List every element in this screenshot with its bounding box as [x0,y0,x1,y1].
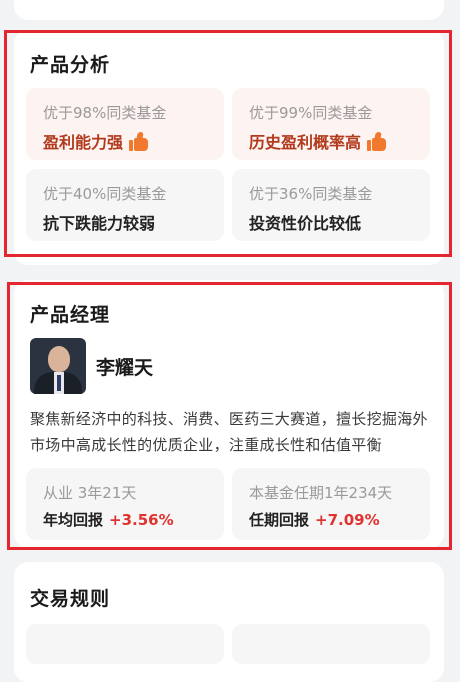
thumbs-up-icon [129,131,149,151]
previous-card [14,0,444,20]
manager-avatar[interactable] [30,338,86,394]
tile-subtitle: 优于40%同类基金 [43,185,167,203]
manager-stat-annual-return[interactable]: 从业 3年21天 年均回报 +3.56% [26,468,224,540]
thumbs-up-icon [367,131,387,151]
tile-subtitle: 优于36%同类基金 [249,185,373,203]
tile-subtitle: 优于98%同类基金 [43,104,167,122]
manager-stat-tenure-return[interactable]: 本基金任期1年234天 任期回报 +7.09% [232,468,430,540]
analysis-tile-profitability[interactable]: 优于98%同类基金 盈利能力强 [26,88,224,160]
stat-label-text: 任期回报 [249,511,310,529]
stat-subtitle: 本基金任期1年234天 [249,484,393,502]
product-analysis-card: 产品分析 优于98%同类基金 盈利能力强 优于99%同类基金 历史盈利概率高 优… [14,30,444,265]
stat-label: 年均回报 +3.56% [43,509,174,530]
tile-label: 历史盈利概率高 [249,129,387,153]
manager-name[interactable]: 李耀天 [96,353,153,380]
tile-label-text: 盈利能力强 [43,133,124,152]
tile-label: 盈利能力强 [43,129,149,153]
section-title-analysis: 产品分析 [30,54,111,76]
tile-label: 抗下跌能力较弱 [43,214,156,233]
stat-label-text: 年均回报 [43,511,104,529]
analysis-tile-win-rate[interactable]: 优于99%同类基金 历史盈利概率高 [232,88,430,160]
analysis-tile-drawdown[interactable]: 优于40%同类基金 抗下跌能力较弱 [26,169,224,241]
rule-tile[interactable] [26,624,224,664]
rule-tile[interactable] [232,624,430,664]
stat-subtitle: 从业 3年21天 [43,484,137,502]
stat-value: +7.09% [315,511,380,529]
tile-label: 投资性价比较低 [249,214,362,233]
manager-description: 聚焦新经济中的科技、消费、医药三大赛道，擅长挖掘海外市场中高成长性的优质企业，注… [30,410,428,454]
tile-subtitle: 优于99%同类基金 [249,104,373,122]
section-title-rules: 交易规则 [30,588,111,610]
trading-rules-card: 交易规则 [14,562,444,682]
product-manager-card: 产品经理 李耀天 聚焦新经济中的科技、消费、医药三大赛道，擅长挖掘海外市场中高成… [14,280,444,548]
stat-label: 任期回报 +7.09% [249,509,380,530]
stat-value: +3.56% [109,511,174,529]
section-title-manager: 产品经理 [30,304,111,326]
tile-label-text: 历史盈利概率高 [249,133,362,152]
analysis-tile-value[interactable]: 优于36%同类基金 投资性价比较低 [232,169,430,241]
